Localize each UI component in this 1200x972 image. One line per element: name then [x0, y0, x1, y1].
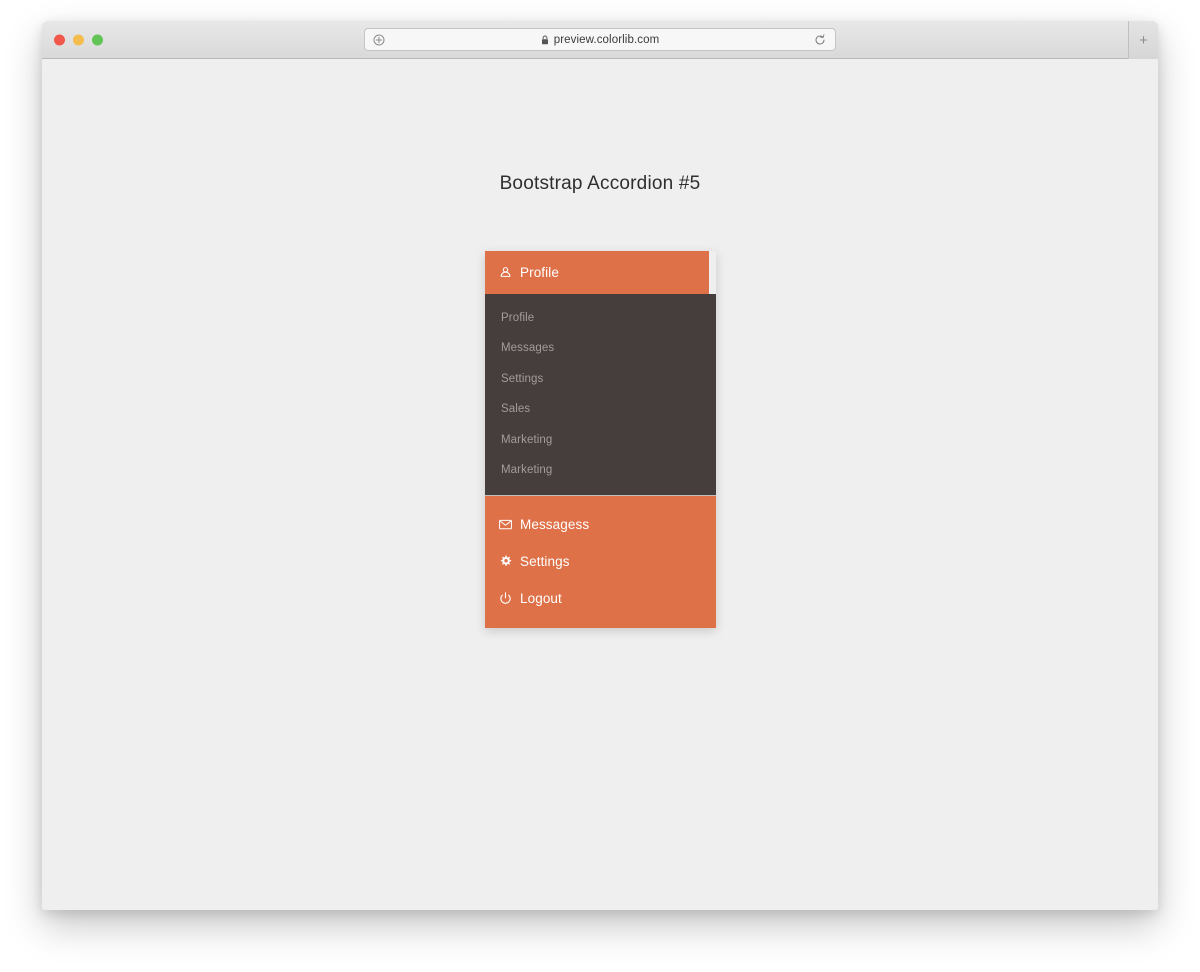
submenu-item-marketing-1[interactable]: Marketing	[485, 425, 716, 456]
add-bookmark-icon[interactable]	[373, 34, 385, 46]
gear-icon	[499, 555, 516, 568]
lock-icon	[541, 35, 549, 45]
traffic-light-group	[54, 34, 103, 45]
browser-window: preview.colorlib.com + Bootstrap Accordi…	[42, 21, 1158, 910]
accordion-header-label: Profile	[520, 265, 559, 280]
submenu-item-settings[interactable]: Settings	[485, 364, 716, 395]
close-button[interactable]	[54, 34, 65, 45]
submenu-item-messages[interactable]: Messages	[485, 334, 716, 365]
accordion-header-label: Settings	[520, 554, 570, 569]
accordion-widget: Profile Profile Messages Settings Sales …	[485, 251, 716, 628]
address-bar-content: preview.colorlib.com	[541, 34, 660, 46]
accordion-panel-profile: Profile Messages Settings Sales Marketin…	[485, 294, 716, 495]
submenu-item-marketing-2[interactable]: Marketing	[485, 456, 716, 487]
user-icon	[499, 266, 516, 279]
page-viewport: Bootstrap Accordion #5 Profile Profile M…	[42, 59, 1158, 910]
address-bar[interactable]: preview.colorlib.com	[364, 28, 836, 51]
submenu-item-profile[interactable]: Profile	[485, 303, 716, 334]
accordion-header-logout[interactable]: Logout	[485, 580, 716, 617]
accordion-header-profile[interactable]: Profile	[485, 251, 709, 294]
browser-titlebar: preview.colorlib.com +	[42, 21, 1158, 59]
accordion-collapsed-group: Messagess Settings	[485, 496, 716, 628]
page-title: Bootstrap Accordion #5	[42, 173, 1158, 195]
power-icon	[499, 592, 516, 605]
accordion-header-label: Messagess	[520, 517, 589, 532]
address-bar-url: preview.colorlib.com	[554, 34, 660, 46]
accordion-header-messages[interactable]: Messagess	[485, 506, 716, 543]
maximize-button[interactable]	[92, 34, 103, 45]
accordion-header-settings[interactable]: Settings	[485, 543, 716, 580]
new-tab-button[interactable]: +	[1128, 21, 1158, 59]
envelope-icon	[499, 519, 516, 530]
minimize-button[interactable]	[73, 34, 84, 45]
reload-icon[interactable]	[814, 34, 826, 46]
accordion-header-label: Logout	[520, 591, 562, 606]
submenu-item-sales[interactable]: Sales	[485, 395, 716, 426]
plus-icon: +	[1139, 33, 1148, 48]
